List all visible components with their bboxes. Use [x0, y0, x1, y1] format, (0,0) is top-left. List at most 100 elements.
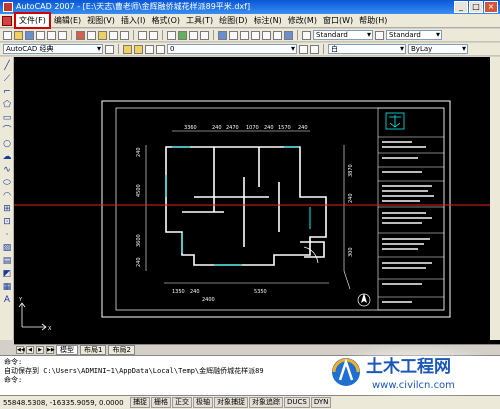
menu-file[interactable]: 文件(F): [14, 12, 51, 29]
menu-tools[interactable]: 工具(T): [183, 14, 216, 27]
pan-icon[interactable]: [167, 30, 176, 40]
make-current-layer-icon[interactable]: [299, 44, 308, 54]
tab-layout2[interactable]: 布局2: [108, 345, 135, 355]
circle-icon[interactable]: ○: [2, 139, 12, 149]
separator: [213, 30, 214, 40]
sheet-set-icon[interactable]: [251, 30, 260, 40]
cut-icon[interactable]: [76, 30, 85, 40]
table-icon[interactable]: ▦: [2, 282, 12, 292]
menu-dimension[interactable]: 标注(N): [251, 14, 285, 27]
tab-layout1[interactable]: 布局1: [80, 345, 107, 355]
minimize-button[interactable]: _: [454, 1, 468, 13]
ducs-toggle[interactable]: DUCS: [284, 397, 310, 408]
menu-window[interactable]: 窗口(W): [320, 14, 356, 27]
preview-icon[interactable]: [47, 30, 56, 40]
dim-top-2: 240: [212, 125, 222, 131]
polar-toggle[interactable]: 极轴: [193, 397, 213, 408]
zoom-realtime-icon[interactable]: [178, 30, 187, 40]
line-icon[interactable]: ╱: [2, 61, 12, 71]
polygon-icon[interactable]: ⬠: [2, 100, 12, 110]
close-button[interactable]: ×: [484, 1, 498, 13]
linetype-select[interactable]: ByLay: [408, 44, 468, 54]
snap-toggle[interactable]: 捕捉: [130, 397, 150, 408]
text-style-select[interactable]: Standard: [313, 30, 373, 40]
menu-format[interactable]: 格式(O): [148, 14, 183, 27]
design-center-icon[interactable]: [229, 30, 238, 40]
menu-view[interactable]: 视图(V): [84, 14, 118, 27]
region-icon[interactable]: ◩: [2, 269, 12, 279]
zoom-window-icon[interactable]: [189, 30, 198, 40]
otrack-toggle[interactable]: 对象追踪: [249, 397, 283, 408]
print-icon[interactable]: [36, 30, 45, 40]
dim-top-4: 1070: [246, 125, 259, 131]
light-bulb-icon[interactable]: [134, 44, 143, 54]
polyline-icon[interactable]: ⌐: [2, 87, 12, 97]
properties-icon[interactable]: [218, 30, 227, 40]
right-scrollbar[interactable]: [490, 57, 500, 340]
dim-top-3: 2470: [226, 125, 239, 131]
layer-manager-icon[interactable]: [123, 44, 132, 54]
new-icon[interactable]: [3, 30, 12, 40]
first-tab-button[interactable]: ◀◀: [16, 346, 25, 354]
command-prompt[interactable]: 命令:: [4, 376, 496, 385]
ellipse-arc-icon[interactable]: ◠: [2, 191, 12, 201]
dim-top-6: 1570: [278, 125, 291, 131]
gradient-icon[interactable]: ▤: [2, 256, 12, 266]
document-icon[interactable]: [2, 15, 12, 26]
hatch-icon[interactable]: ▨: [2, 243, 12, 253]
dim-style-select[interactable]: Standard: [386, 30, 442, 40]
menu-edit[interactable]: 编辑(E): [51, 14, 84, 27]
title-block-text-marks: [382, 141, 434, 303]
separator: [297, 30, 298, 40]
make-block-icon[interactable]: ⊡: [2, 217, 12, 227]
multiline-text-icon[interactable]: A: [2, 295, 12, 305]
help-icon[interactable]: [284, 30, 293, 40]
quickcalc-icon[interactable]: [273, 30, 282, 40]
tool-palettes-icon[interactable]: [240, 30, 249, 40]
construction-line-icon[interactable]: ⟋: [2, 74, 12, 84]
copy-icon[interactable]: [87, 30, 96, 40]
arc-icon[interactable]: ⌒: [2, 126, 12, 136]
zoom-previous-icon[interactable]: [200, 30, 209, 40]
markup-icon[interactable]: [262, 30, 271, 40]
point-icon[interactable]: ·: [2, 230, 12, 240]
sun-icon[interactable]: [145, 44, 154, 54]
redo-icon[interactable]: [149, 30, 158, 40]
command-line[interactable]: 命令: 自动保存到 C:\Users\ADMINI~1\AppData\Loca…: [0, 355, 500, 395]
dyn-toggle[interactable]: DYN: [310, 397, 332, 408]
dim-right-3: 300: [348, 247, 354, 257]
ellipse-icon[interactable]: ⬭: [2, 178, 12, 188]
menu-insert[interactable]: 插入(I): [118, 14, 149, 27]
menu-modify[interactable]: 修改(M): [285, 14, 320, 27]
maximize-button[interactable]: □: [469, 1, 483, 13]
insert-block-icon[interactable]: ⊞: [2, 204, 12, 214]
next-tab-button[interactable]: ▶: [36, 346, 44, 354]
lock-icon[interactable]: [156, 44, 165, 54]
match-properties-icon[interactable]: [109, 30, 118, 40]
color-select[interactable]: 白: [328, 44, 406, 54]
grid-toggle[interactable]: 栅格: [151, 397, 171, 408]
paste-icon[interactable]: [98, 30, 107, 40]
svg-text:X: X: [48, 326, 52, 332]
last-tab-button[interactable]: ▶▶: [46, 346, 55, 354]
revision-cloud-icon[interactable]: ☁: [2, 152, 12, 162]
undo-icon[interactable]: [138, 30, 147, 40]
workspace-select[interactable]: AutoCAD 经典: [3, 44, 103, 54]
workspace-settings-icon[interactable]: [105, 44, 114, 54]
open-icon[interactable]: [14, 30, 23, 40]
menu-draw[interactable]: 绘图(D): [216, 14, 250, 27]
block-editor-icon[interactable]: [120, 30, 129, 40]
prev-tab-button[interactable]: ◀: [26, 346, 34, 354]
save-icon[interactable]: [25, 30, 34, 40]
rectangle-icon[interactable]: ▭: [2, 113, 12, 123]
publish-icon[interactable]: [58, 30, 67, 40]
ortho-toggle[interactable]: 正交: [172, 397, 192, 408]
osnap-toggle[interactable]: 对象捕捉: [214, 397, 248, 408]
menu-help[interactable]: 帮助(H): [356, 14, 390, 27]
layer-select[interactable]: 0: [167, 44, 297, 54]
drawing-canvas[interactable]: 3360 240 2470 1070 240 1570 240 1350 240…: [14, 57, 500, 344]
spline-icon[interactable]: ∿: [2, 165, 12, 175]
layer-previous-icon[interactable]: [310, 44, 319, 54]
tab-model[interactable]: 模型: [56, 345, 78, 355]
layout-tabs-bar: ◀◀ ◀ ▶ ▶▶ 模型 布局1 布局2: [14, 344, 500, 355]
